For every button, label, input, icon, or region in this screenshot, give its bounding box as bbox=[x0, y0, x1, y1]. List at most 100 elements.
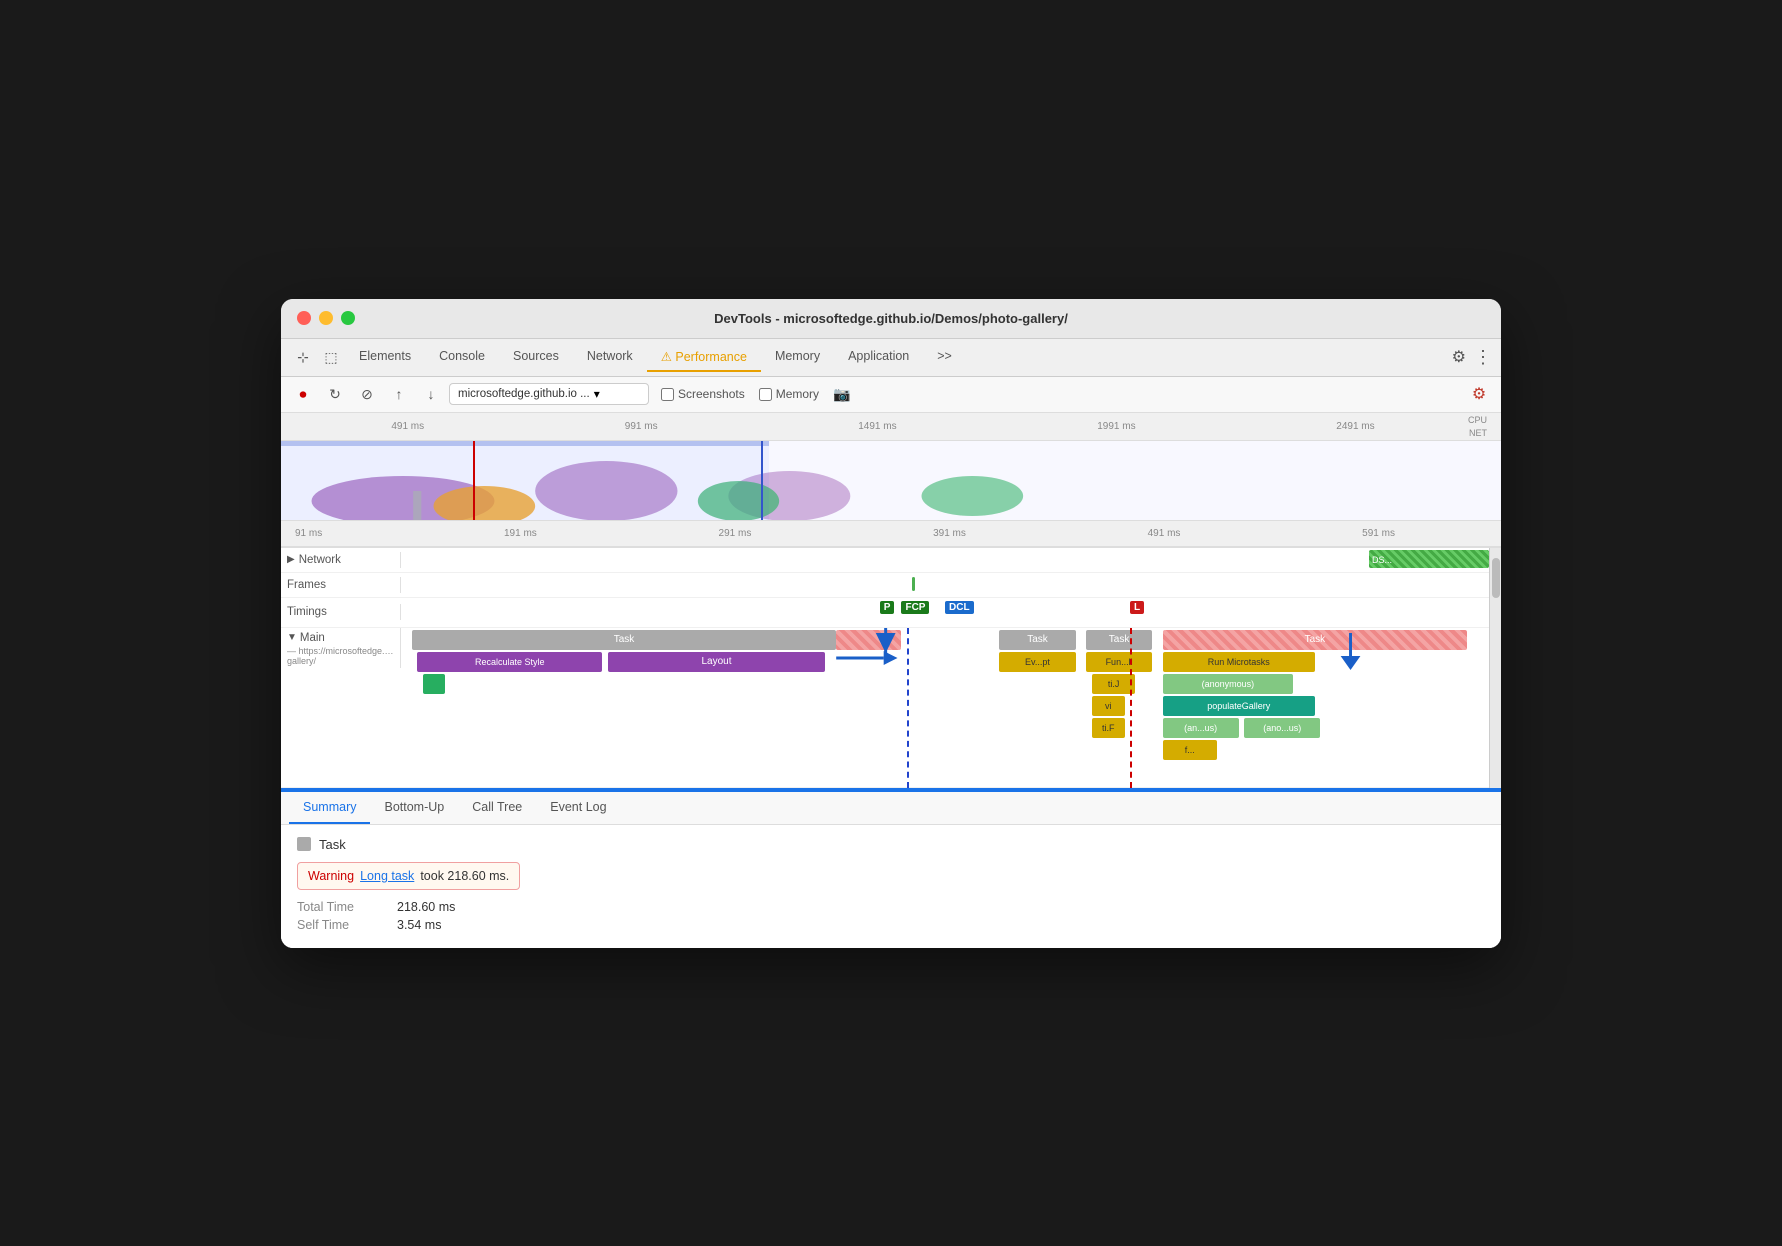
timings-track: Timings P FCP DCL L 721.3 ms bbox=[281, 598, 1489, 628]
vertical-scrollbar[interactable] bbox=[1489, 548, 1501, 788]
tab-performance[interactable]: ⚠ Performance bbox=[647, 343, 761, 372]
dropdown-arrow-icon: ▾ bbox=[594, 387, 600, 401]
record-button[interactable]: ⏺ bbox=[289, 380, 317, 408]
run-microtasks-bar[interactable]: Run Microtasks bbox=[1163, 652, 1315, 672]
window-title: DevTools - microsoftedge.github.io/Demos… bbox=[714, 311, 1068, 326]
main-arrow-icon: ▼ bbox=[287, 632, 297, 643]
selection-start-marker bbox=[761, 441, 763, 521]
tij-bar[interactable]: ti.J bbox=[1092, 674, 1136, 694]
tab-event-log[interactable]: Event Log bbox=[536, 792, 620, 824]
net-label: NET bbox=[1469, 428, 1487, 438]
tab-summary[interactable]: Summary bbox=[289, 792, 370, 824]
f-bar[interactable]: f... bbox=[1163, 740, 1217, 760]
settings-icon[interactable]: ⚙ bbox=[1465, 380, 1493, 408]
recalculate-bar[interactable]: Recalculate Style bbox=[417, 652, 602, 672]
anous-bar-2[interactable]: (ano...us) bbox=[1244, 718, 1320, 738]
bottom-tab-bar: Summary Bottom-Up Call Tree Event Log bbox=[281, 792, 1501, 825]
minimize-button[interactable] bbox=[319, 311, 333, 325]
ruler-tick-4: 1991 ms bbox=[1097, 421, 1135, 432]
network-ds-bar: DS... bbox=[1369, 550, 1489, 568]
tab-application[interactable]: Application bbox=[834, 343, 923, 371]
memory-checkbox[interactable] bbox=[759, 388, 772, 401]
green-bar-1[interactable] bbox=[423, 674, 445, 694]
warning-row: Warning Long task took 218.60 ms. bbox=[297, 862, 520, 890]
bottom-ruler-5: 491 ms bbox=[1148, 528, 1181, 539]
timing-l-marker[interactable]: L bbox=[1130, 601, 1144, 614]
url-field[interactable]: microsoftedge.github.io ... ▾ bbox=[449, 383, 649, 405]
task-bar-1b bbox=[836, 630, 901, 650]
dashed-vertical-line bbox=[907, 628, 909, 788]
self-time-row: Self Time 3.54 ms bbox=[297, 918, 1485, 932]
performance-toolbar: ⏺ ↻ ⊘ ↑ ↓ microsoftedge.github.io ... ▾ … bbox=[281, 377, 1501, 413]
anus-bar-1[interactable]: (an...us) bbox=[1163, 718, 1239, 738]
ellipsis-icon[interactable]: ⋮ bbox=[1474, 347, 1493, 368]
gear-icon[interactable]: ⚙ bbox=[1452, 347, 1466, 367]
bottom-ruler-6: 591 ms bbox=[1362, 528, 1395, 539]
tab-call-tree[interactable]: Call Tree bbox=[458, 792, 536, 824]
checkbox-group: Screenshots Memory 📷 bbox=[661, 386, 850, 403]
devtools-tab-bar: ⊹ ⬚ Elements Console Sources Network ⚠ P… bbox=[281, 339, 1501, 377]
timing-p-marker[interactable]: P bbox=[880, 601, 895, 614]
cpu-label: CPU bbox=[1468, 415, 1487, 425]
refresh-button[interactable]: ↻ bbox=[321, 380, 349, 408]
summary-task-label: Task bbox=[297, 837, 1485, 852]
anon-bar-1[interactable]: (anonymous) bbox=[1163, 674, 1294, 694]
tab-memory[interactable]: Memory bbox=[761, 343, 834, 371]
frames-track: Frames bbox=[281, 573, 1489, 598]
network-label: Network bbox=[299, 554, 341, 566]
device-icon[interactable]: ⬚ bbox=[317, 343, 345, 371]
ruler-tick-5: 2491 ms bbox=[1336, 421, 1374, 432]
ruler-tick-3: 1491 ms bbox=[858, 421, 896, 432]
main-label: Main bbox=[300, 632, 325, 644]
bottom-ruler-4: 391 ms bbox=[933, 528, 966, 539]
task-bar-2[interactable]: Task bbox=[999, 630, 1075, 650]
tab-sources[interactable]: Sources bbox=[499, 343, 573, 371]
camera-icon: 📷 bbox=[833, 386, 850, 403]
main-track: ▼ Main — https://microsoftedge.github.io… bbox=[281, 628, 1489, 788]
tif-bar[interactable]: ti.F bbox=[1092, 718, 1125, 738]
traffic-lights bbox=[297, 311, 355, 325]
layout-bar[interactable]: Layout bbox=[608, 652, 826, 672]
timings-label: Timings bbox=[287, 606, 327, 618]
inspector-icon[interactable]: ⊹ bbox=[289, 343, 317, 371]
event-bar[interactable]: Ev...pt bbox=[999, 652, 1075, 672]
screenshots-checkbox[interactable] bbox=[661, 388, 674, 401]
tab-more[interactable]: >> bbox=[923, 343, 966, 371]
task-bar-1[interactable]: Task bbox=[412, 630, 836, 650]
maximize-button[interactable] bbox=[341, 311, 355, 325]
long-task-link[interactable]: Long task bbox=[360, 869, 414, 883]
clear-button[interactable]: ⊘ bbox=[353, 380, 381, 408]
tab-network[interactable]: Network bbox=[573, 343, 647, 371]
self-time-val: 3.54 ms bbox=[397, 918, 441, 932]
vi-bar[interactable]: vi bbox=[1092, 696, 1125, 716]
fun-bar[interactable]: Fun...ll bbox=[1086, 652, 1151, 672]
tab-console[interactable]: Console bbox=[425, 343, 499, 371]
main-url: — https://microsoftedge.github.io/Demos/… bbox=[287, 646, 397, 666]
upload-button[interactable]: ↑ bbox=[385, 380, 413, 408]
ruler-tick-2: 991 ms bbox=[625, 421, 658, 432]
scrollbar-thumb[interactable] bbox=[1492, 558, 1500, 598]
memory-checkbox-label[interactable]: Memory bbox=[759, 387, 819, 401]
red-dashed-line bbox=[1130, 628, 1132, 788]
title-bar: DevTools - microsoftedge.github.io/Demos… bbox=[281, 299, 1501, 339]
bottom-ruler-3: 291 ms bbox=[719, 528, 752, 539]
warning-label: Warning bbox=[308, 869, 354, 883]
timeline-overview[interactable]: 491 ms 991 ms 1491 ms 1991 ms 2491 ms CP… bbox=[281, 413, 1501, 548]
download-button[interactable]: ↓ bbox=[417, 380, 445, 408]
track-arrow-icon: ▶ bbox=[287, 554, 295, 565]
warning-triangle-icon: ⚠ bbox=[661, 350, 676, 364]
summary-content: Task Warning Long task took 218.60 ms. T… bbox=[281, 825, 1501, 948]
total-time-row: Total Time 218.60 ms bbox=[297, 900, 1485, 914]
task-bar-4[interactable]: Task bbox=[1163, 630, 1468, 650]
screenshots-checkbox-label[interactable]: Screenshots bbox=[661, 387, 745, 401]
tab-elements[interactable]: Elements bbox=[345, 343, 425, 371]
devtools-window: DevTools - microsoftedge.github.io/Demos… bbox=[281, 299, 1501, 948]
playhead-marker bbox=[473, 441, 475, 521]
timing-dcl-marker[interactable]: DCL bbox=[945, 601, 974, 614]
ruler-tick-1: 491 ms bbox=[391, 421, 424, 432]
task-bar-3[interactable]: Task bbox=[1086, 630, 1151, 650]
close-button[interactable] bbox=[297, 311, 311, 325]
tab-bottom-up[interactable]: Bottom-Up bbox=[370, 792, 458, 824]
timing-fcp-marker[interactable]: FCP bbox=[901, 601, 929, 614]
populate-gallery-bar[interactable]: populateGallery bbox=[1163, 696, 1315, 716]
